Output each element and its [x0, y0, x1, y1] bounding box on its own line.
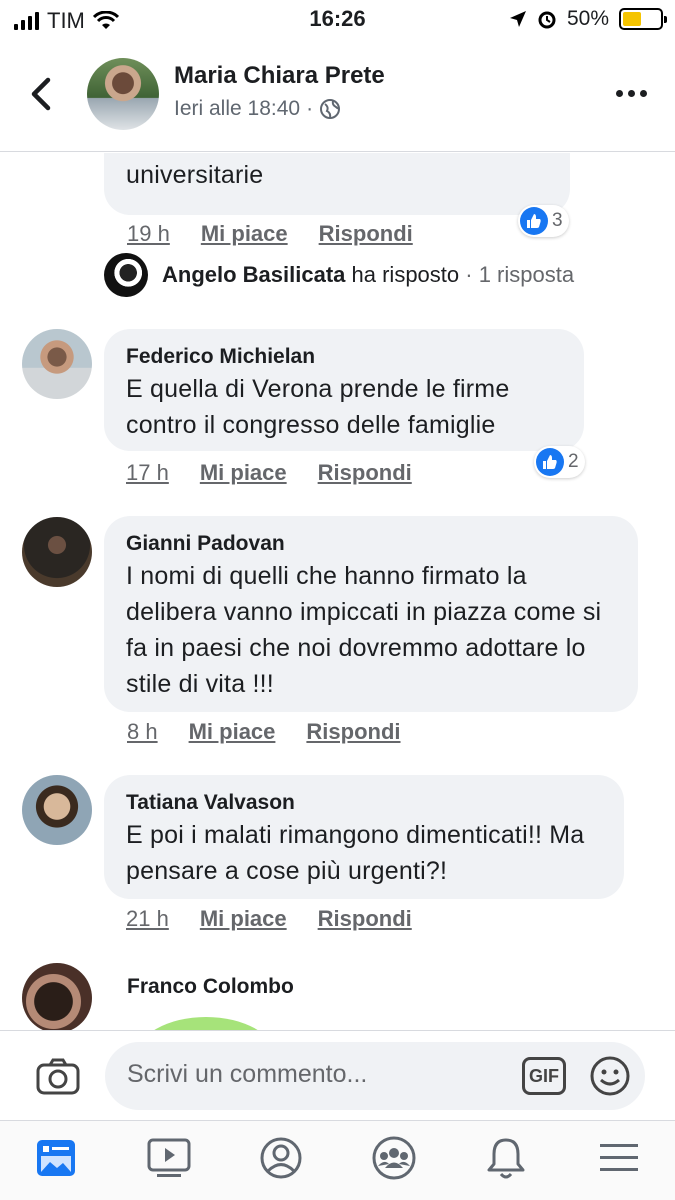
reaction-count[interactable]: 2 — [534, 446, 585, 478]
comments-feed[interactable]: bellezza della famiglia. Vipere universi… — [0, 153, 675, 1030]
avatar[interactable] — [22, 775, 92, 845]
comment-text: E poi i malati rimangono dimenticati!! M… — [126, 821, 585, 885]
gif-button[interactable]: GIF — [522, 1057, 566, 1095]
video-icon — [147, 1138, 191, 1177]
commenter-name[interactable]: Federico Michielan — [126, 343, 562, 371]
profile-icon — [260, 1137, 302, 1178]
reply-author-name: Angelo Basilicata — [162, 262, 346, 287]
post-header: Maria Chiara Prete Ieri alle 18:40 · — [0, 40, 675, 152]
commenter-name[interactable]: Tatiana Valvason — [126, 789, 602, 817]
more-options-button[interactable] — [616, 90, 647, 97]
battery-percent: 50% — [566, 7, 609, 30]
comment-actions: 17 h Mi piace Rispondi — [126, 460, 412, 486]
alarm-icon — [538, 11, 556, 29]
globe-icon — [320, 99, 341, 119]
comment-bubble[interactable]: bellezza della famiglia. Vipere universi… — [104, 153, 570, 215]
like-button[interactable]: Mi piace — [200, 460, 287, 486]
comment-time[interactable]: 19 h — [127, 221, 170, 247]
bottom-tab-bar — [0, 1120, 675, 1200]
tab-menu[interactable] — [589, 1128, 649, 1188]
reply-count: · 1 risposta — [465, 262, 575, 287]
comment-bubble[interactable]: Gianni Padovan I nomi di quelli che hann… — [104, 516, 638, 712]
groups-icon — [372, 1136, 416, 1179]
comment-time[interactable]: 17 h — [126, 460, 169, 486]
location-arrow-icon — [509, 11, 526, 27]
comment-text: E quella di Verona prende le firme contr… — [126, 375, 510, 439]
reply-button[interactable]: Rispondi — [319, 221, 413, 247]
author-avatar[interactable] — [87, 58, 159, 130]
author-name[interactable]: Maria Chiara Prete — [174, 62, 385, 90]
comment-time[interactable]: 8 h — [127, 719, 158, 745]
reaction-count[interactable]: 3 — [518, 205, 569, 237]
reply-button[interactable]: Rispondi — [306, 719, 400, 745]
comment-actions: 19 h Mi piace Rispondi — [127, 221, 413, 247]
back-arrow-icon[interactable] — [26, 74, 58, 114]
comment-bubble[interactable]: Tatiana Valvason E poi i malati rimangon… — [104, 775, 624, 899]
avatar[interactable] — [22, 329, 92, 399]
reply-author-avatar — [104, 253, 148, 297]
tab-news-feed[interactable] — [26, 1128, 86, 1188]
tab-watch[interactable] — [139, 1128, 199, 1188]
like-button[interactable]: Mi piace — [201, 221, 288, 247]
post-timestamp: Ieri alle 18:40 — [174, 97, 301, 120]
view-replies-link[interactable]: Angelo Basilicata ha risposto · 1 rispos… — [104, 253, 574, 297]
emoji-icon[interactable] — [589, 1055, 631, 1097]
tab-groups[interactable] — [364, 1128, 424, 1188]
like-button[interactable]: Mi piace — [189, 719, 276, 745]
comment-time[interactable]: 21 h — [126, 906, 169, 932]
comment-text: I nomi di quelli che hanno firmato la de… — [126, 562, 602, 698]
news-feed-icon — [37, 1139, 76, 1176]
comment-composer: Scrivi un commento... GIF — [0, 1030, 675, 1120]
reply-button[interactable]: Rispondi — [318, 906, 412, 932]
tab-profile[interactable] — [251, 1128, 311, 1188]
avatar[interactable] — [22, 517, 92, 587]
tab-notifications[interactable] — [476, 1128, 536, 1188]
comment-actions: 21 h Mi piace Rispondi — [126, 906, 412, 932]
reply-action: ha risposto — [351, 262, 460, 287]
comment-input-placeholder: Scrivi un commento... — [127, 1060, 368, 1088]
bell-icon — [487, 1138, 525, 1178]
commenter-name[interactable]: Franco Colombo — [127, 973, 294, 1001]
comment-input[interactable]: Scrivi un commento... GIF — [105, 1042, 645, 1110]
commenter-name[interactable]: Gianni Padovan — [126, 530, 616, 558]
thumbs-up-icon — [536, 448, 564, 476]
menu-icon — [599, 1143, 638, 1171]
status-bar: TIM 16:26 50% — [0, 0, 675, 40]
camera-icon[interactable] — [36, 1057, 80, 1095]
comment-bubble[interactable]: Federico Michielan E quella di Verona pr… — [104, 329, 584, 451]
thumbs-up-icon — [520, 207, 548, 235]
reply-button[interactable]: Rispondi — [318, 460, 412, 486]
battery-icon — [619, 8, 667, 30]
sticker-image — [136, 1017, 276, 1030]
avatar[interactable] — [22, 963, 92, 1030]
comment-actions: 8 h Mi piace Rispondi — [127, 719, 401, 745]
like-button[interactable]: Mi piace — [200, 906, 287, 932]
comment-text: bellezza della famiglia. Vipere universi… — [126, 161, 264, 189]
